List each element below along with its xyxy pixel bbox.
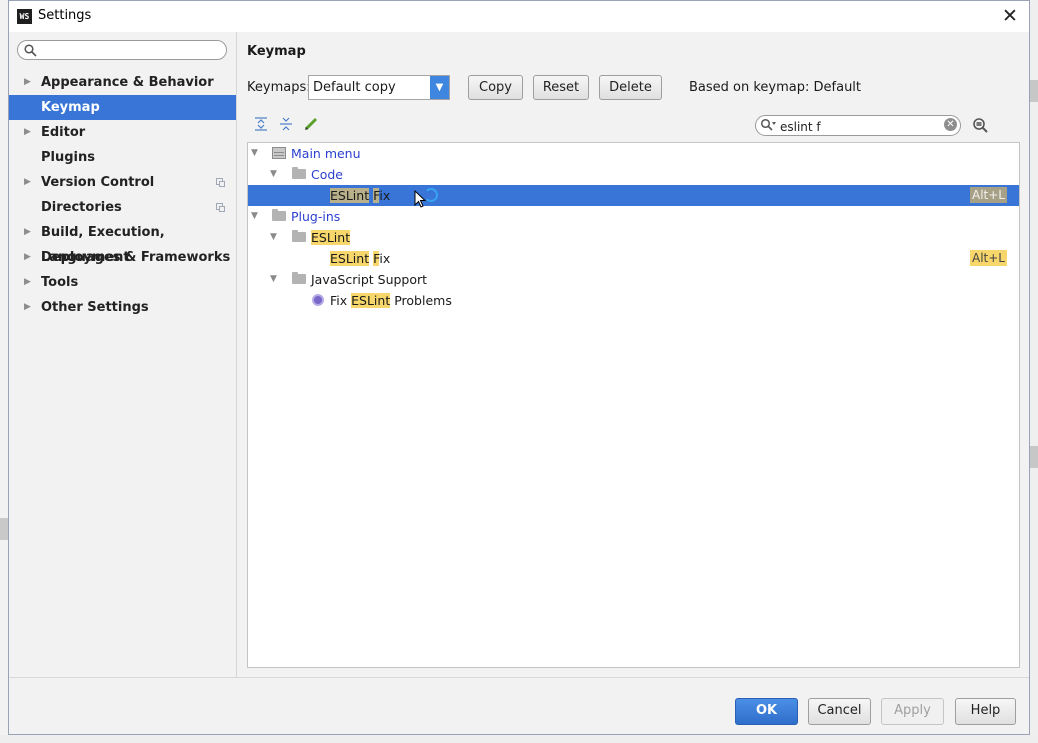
- sidebar-item-keymap[interactable]: Keymap: [9, 95, 236, 120]
- sidebar-item-label: Version Control: [41, 175, 155, 190]
- sidebar-item-label: Directories: [41, 200, 122, 215]
- tree-node-label: ESLint: [311, 230, 351, 245]
- settings-search-input[interactable]: [42, 42, 222, 60]
- expand-arrow-icon[interactable]: ▶: [24, 295, 31, 320]
- sidebar-item-label: Editor: [41, 125, 86, 140]
- sidebar-item-build-execution-deployment[interactable]: ▶ Build, Execution, Deployment: [9, 220, 236, 265]
- search-icon: [760, 118, 776, 131]
- clear-filter-icon[interactable]: ✕: [944, 118, 957, 131]
- sidebar-item-label: Languages & Frameworks: [41, 250, 231, 265]
- chevron-down-icon[interactable]: ▼: [430, 76, 449, 99]
- folder-icon: [292, 272, 306, 284]
- expand-arrow-icon[interactable]: ▶: [24, 120, 31, 145]
- tree-node-javascript-support[interactable]: ▼ JavaScript Support: [248, 269, 1019, 290]
- collapse-arrow-icon[interactable]: ▼: [251, 143, 258, 164]
- sidebar-item-plugins[interactable]: Plugins: [9, 145, 236, 170]
- sidebar-item-tools[interactable]: ▶ Tools: [9, 270, 236, 295]
- tree-node-label: Fix ESLint Problems: [330, 293, 452, 308]
- collapse-arrow-icon[interactable]: ▼: [251, 206, 258, 227]
- shortcut-badge: Alt+L: [970, 187, 1007, 203]
- tree-node-label: Main menu: [291, 146, 361, 161]
- keymap-select[interactable]: Default copy ▼: [308, 75, 450, 100]
- settings-search-field[interactable]: [17, 40, 227, 60]
- tree-node-label: ESLint Fix: [330, 188, 391, 203]
- tree-node-main-menu[interactable]: ▼ Main menu: [248, 143, 1019, 164]
- collapse-arrow-icon[interactable]: ▼: [270, 227, 277, 248]
- tree-node-code[interactable]: ▼ Code: [248, 164, 1019, 185]
- sidebar-item-other-settings[interactable]: ▶ Other Settings: [9, 295, 236, 320]
- expand-arrow-icon[interactable]: ▶: [24, 220, 31, 245]
- tree-node-label: JavaScript Support: [311, 272, 428, 287]
- apply-button[interactable]: Apply: [881, 698, 944, 725]
- sidebar-item-appearance-behavior[interactable]: ▶ Appearance & Behavior: [9, 70, 236, 95]
- keymaps-label: Keymaps:: [247, 80, 311, 95]
- edit-shortcut-icon[interactable]: [303, 116, 319, 132]
- help-button[interactable]: Help: [955, 698, 1016, 725]
- tree-node-eslint-fix-code[interactable]: ESLint Fix Alt+L: [248, 185, 1019, 208]
- background-ide-right: [1030, 0, 1038, 743]
- sidebar-item-editor[interactable]: ▶ Editor: [9, 120, 236, 145]
- expand-arrow-icon[interactable]: ▶: [24, 245, 31, 270]
- based-on-keymap-text: Based on keymap: Default: [689, 80, 862, 95]
- webstorm-app-icon: WS: [17, 9, 32, 24]
- ok-button[interactable]: OK: [735, 698, 798, 725]
- sidebar-item-label: Plugins: [41, 150, 95, 165]
- collapse-all-icon[interactable]: [278, 116, 294, 132]
- keymap-panel: Keymap Keymaps: Default copy ▼ Copy Rese…: [237, 32, 1031, 677]
- folder-icon: [272, 209, 286, 221]
- expand-arrow-icon[interactable]: ▶: [24, 270, 31, 295]
- settings-dialog: WS Settings ✕ ▶ Appearance & Behavior Ke…: [8, 0, 1030, 735]
- sidebar-item-directories[interactable]: Directories: [9, 195, 236, 220]
- find-by-shortcut-icon[interactable]: [972, 117, 989, 134]
- tree-node-eslint-group[interactable]: ▼ ESLint: [248, 227, 1019, 248]
- keymap-filter-input[interactable]: [778, 117, 942, 136]
- expand-arrow-icon[interactable]: ▶: [24, 170, 31, 195]
- tree-node-plugins[interactable]: ▼ Plug-ins: [248, 206, 1019, 227]
- tree-node-label: Code: [311, 167, 344, 182]
- keymap-filter-field[interactable]: ✕: [755, 115, 961, 136]
- sidebar-item-languages-frameworks[interactable]: ▶ Languages & Frameworks: [9, 245, 236, 270]
- delete-button[interactable]: Delete: [599, 75, 662, 100]
- folder-icon: [292, 230, 306, 242]
- expand-all-icon[interactable]: [253, 116, 269, 132]
- project-settings-icon: [216, 203, 225, 212]
- sidebar-item-label: Keymap: [41, 100, 100, 115]
- close-icon[interactable]: ✕: [999, 5, 1021, 27]
- sidebar-item-version-control[interactable]: ▶ Version Control: [9, 170, 236, 195]
- sidebar-item-label: Other Settings: [41, 300, 149, 315]
- project-settings-icon: [216, 178, 225, 187]
- folder-icon: [292, 167, 306, 179]
- reset-button[interactable]: Reset: [533, 75, 589, 100]
- window-title: Settings: [38, 8, 92, 23]
- footer-divider: [9, 677, 1029, 678]
- background-ide-bottom: [0, 735, 1038, 743]
- keymap-select-value: Default copy: [313, 80, 396, 95]
- sidebar-item-label: Appearance & Behavior: [41, 75, 214, 90]
- tree-node-eslint-fix-plugin[interactable]: ESLint Fix Alt+L: [248, 248, 1019, 269]
- main-menu-icon: [272, 147, 286, 159]
- shortcut-badge: Alt+L: [970, 250, 1007, 266]
- tree-node-label: Plug-ins: [291, 209, 341, 224]
- tree-node-label: ESLint Fix: [330, 251, 391, 266]
- title-bar: WS Settings ✕: [9, 1, 1029, 32]
- collapse-arrow-icon[interactable]: ▼: [270, 269, 277, 290]
- background-ide-left: [0, 0, 8, 743]
- cancel-button[interactable]: Cancel: [808, 698, 871, 725]
- tree-node-fix-eslint-problems[interactable]: Fix ESLint Problems: [248, 290, 1019, 311]
- copy-button[interactable]: Copy: [468, 75, 523, 100]
- expand-arrow-icon[interactable]: ▶: [24, 70, 31, 95]
- collapse-arrow-icon[interactable]: ▼: [270, 164, 277, 185]
- sidebar-item-label: Tools: [41, 275, 79, 290]
- keymap-actions-tree: ▼ Main menu ▼ Code ESLint Fix Alt+L ▼ Pl…: [247, 142, 1020, 668]
- settings-sidebar: ▶ Appearance & Behavior Keymap ▶ Editor …: [9, 32, 237, 677]
- search-icon: [24, 44, 37, 57]
- plugin-action-icon: [312, 294, 324, 306]
- page-title: Keymap: [247, 44, 306, 59]
- loading-spinner-icon: [424, 188, 438, 202]
